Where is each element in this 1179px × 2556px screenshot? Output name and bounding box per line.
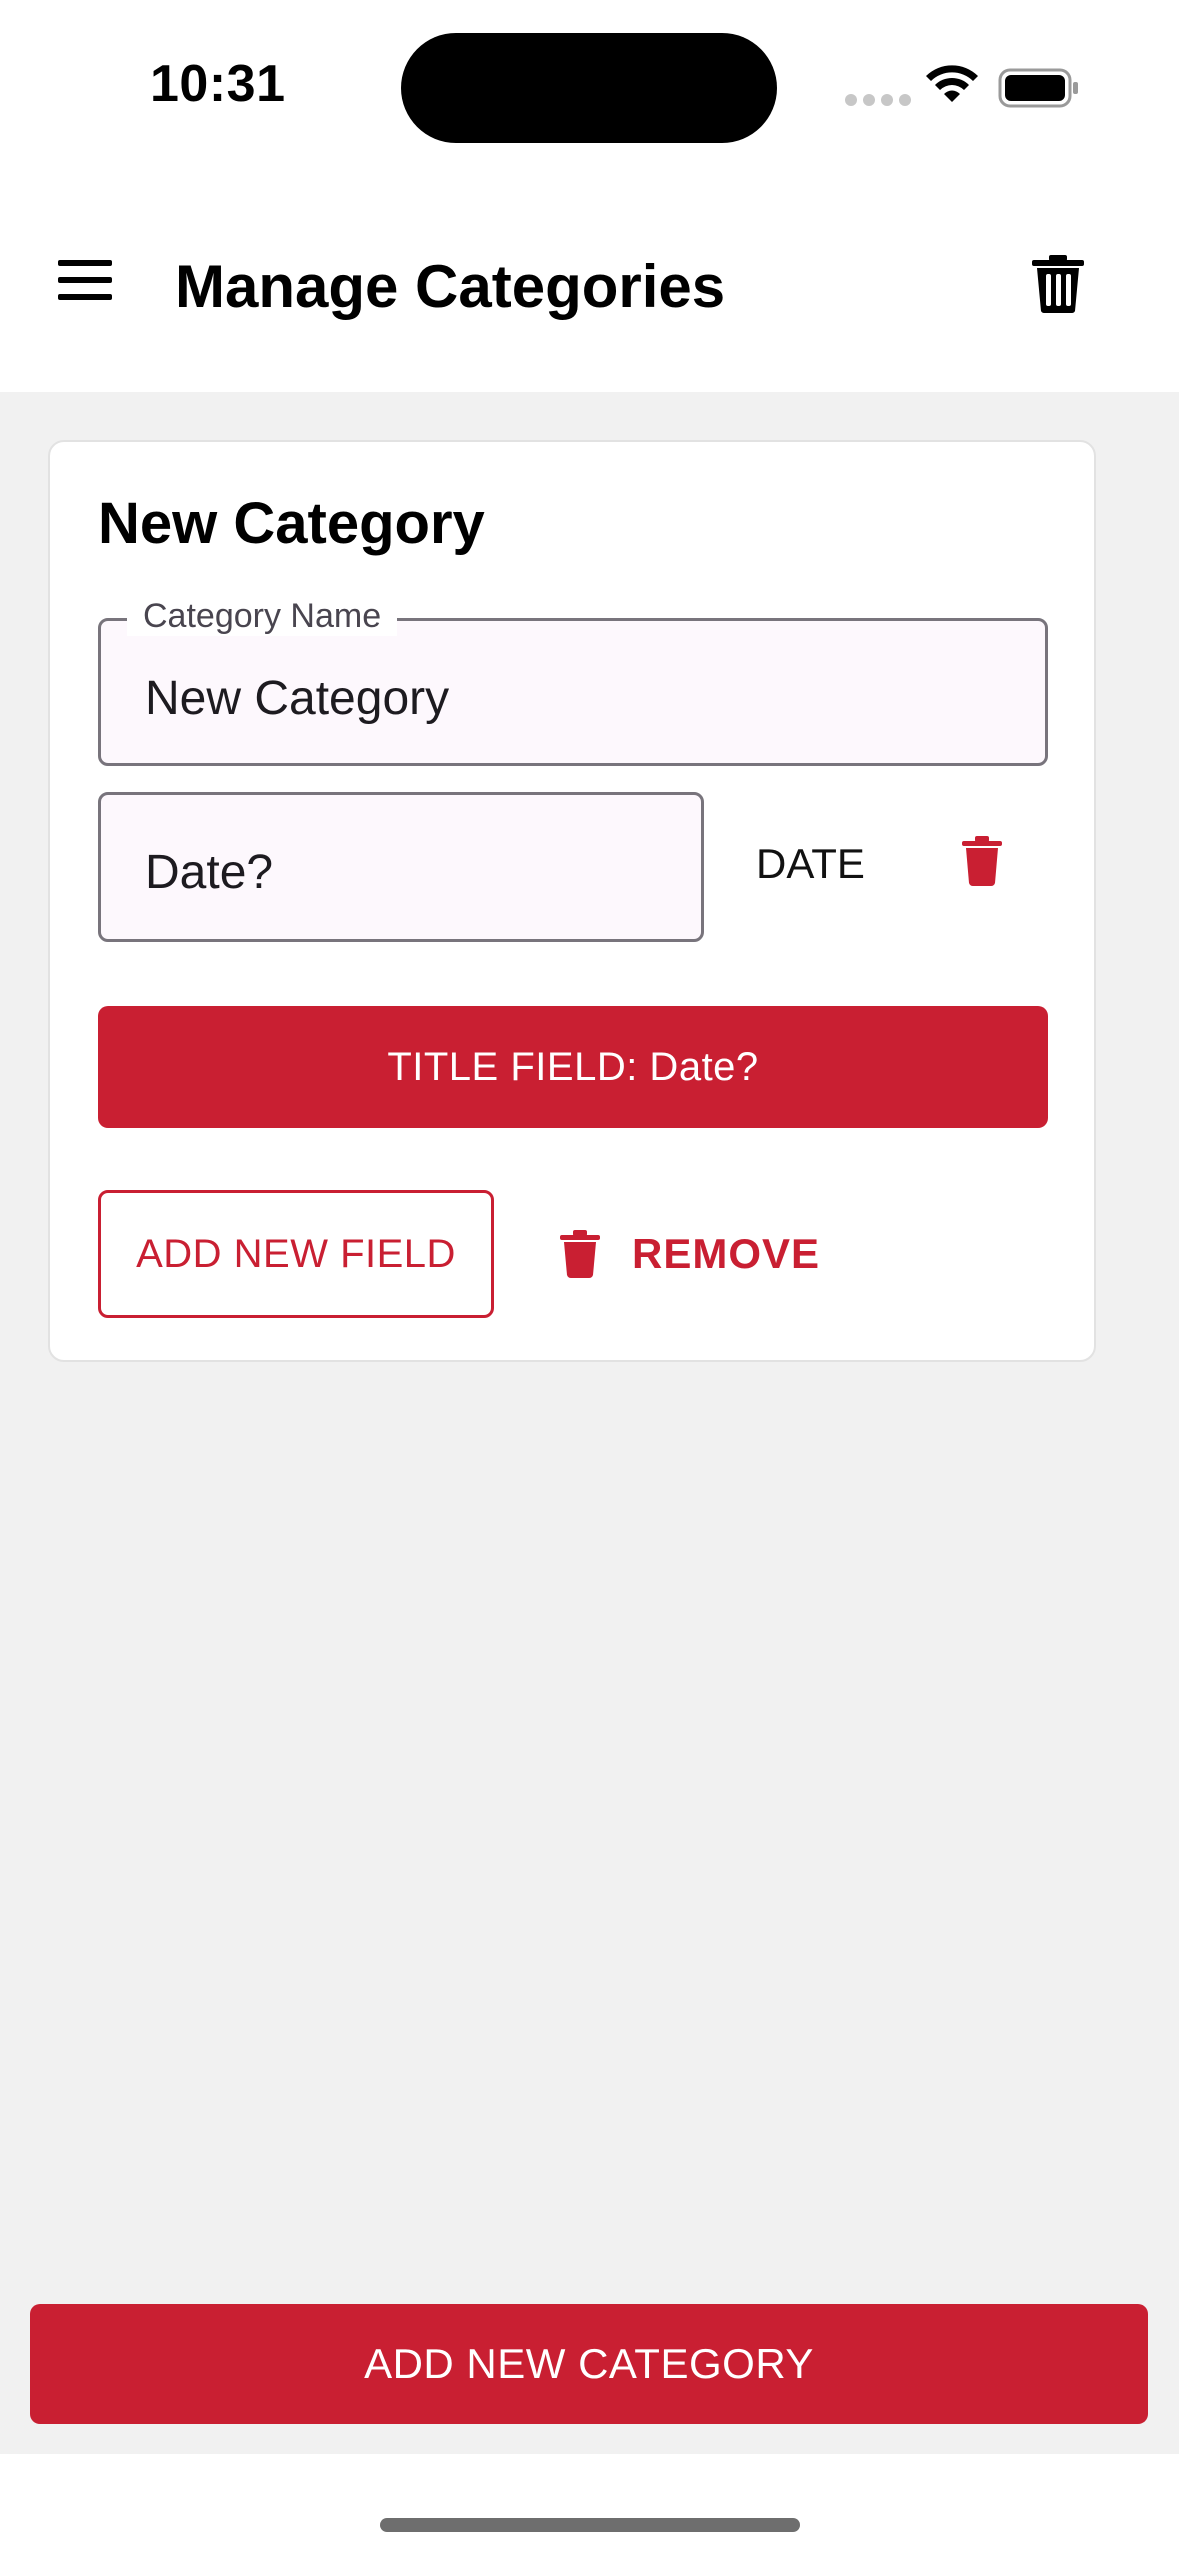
category-name-label: Category Name [127, 597, 398, 636]
category-name-field[interactable]: Category Name New Category [98, 597, 1048, 766]
battery-icon [998, 68, 1078, 108]
trash-icon[interactable] [1030, 254, 1086, 314]
status-time: 10:31 [150, 55, 286, 113]
home-indicator-area [0, 2454, 1179, 2556]
content-area: New Category Category Name New Category … [0, 392, 1179, 2454]
menu-icon[interactable] [56, 256, 118, 306]
category-card-title: New Category [98, 491, 485, 556]
home-indicator[interactable] [380, 2518, 800, 2532]
category-card: New Category Category Name New Category … [48, 440, 1096, 1362]
add-new-field-button[interactable]: ADD NEW FIELD [98, 1190, 494, 1318]
app-bar: Manage Categories [0, 170, 1179, 392]
field-name-value: Date? [145, 846, 274, 899]
cellular-signal-icon [845, 94, 911, 106]
category-name-value: New Category [145, 672, 450, 725]
dynamic-island [401, 33, 777, 143]
field-name-input[interactable]: Date? [98, 792, 704, 942]
page-title: Manage Categories [175, 253, 726, 320]
wifi-icon [926, 65, 978, 102]
remove-category-button[interactable]: REMOVE [560, 1212, 820, 1296]
status-bar: 10:31 [0, 0, 1179, 170]
trash-icon [560, 1230, 600, 1278]
trash-icon[interactable] [962, 836, 1002, 886]
title-field-button[interactable]: TITLE FIELD: Date? [98, 1006, 1048, 1128]
remove-label: REMOVE [632, 1230, 821, 1277]
add-new-category-button[interactable]: ADD NEW CATEGORY [30, 2304, 1148, 2424]
field-type-selector[interactable]: DATE [756, 840, 865, 888]
